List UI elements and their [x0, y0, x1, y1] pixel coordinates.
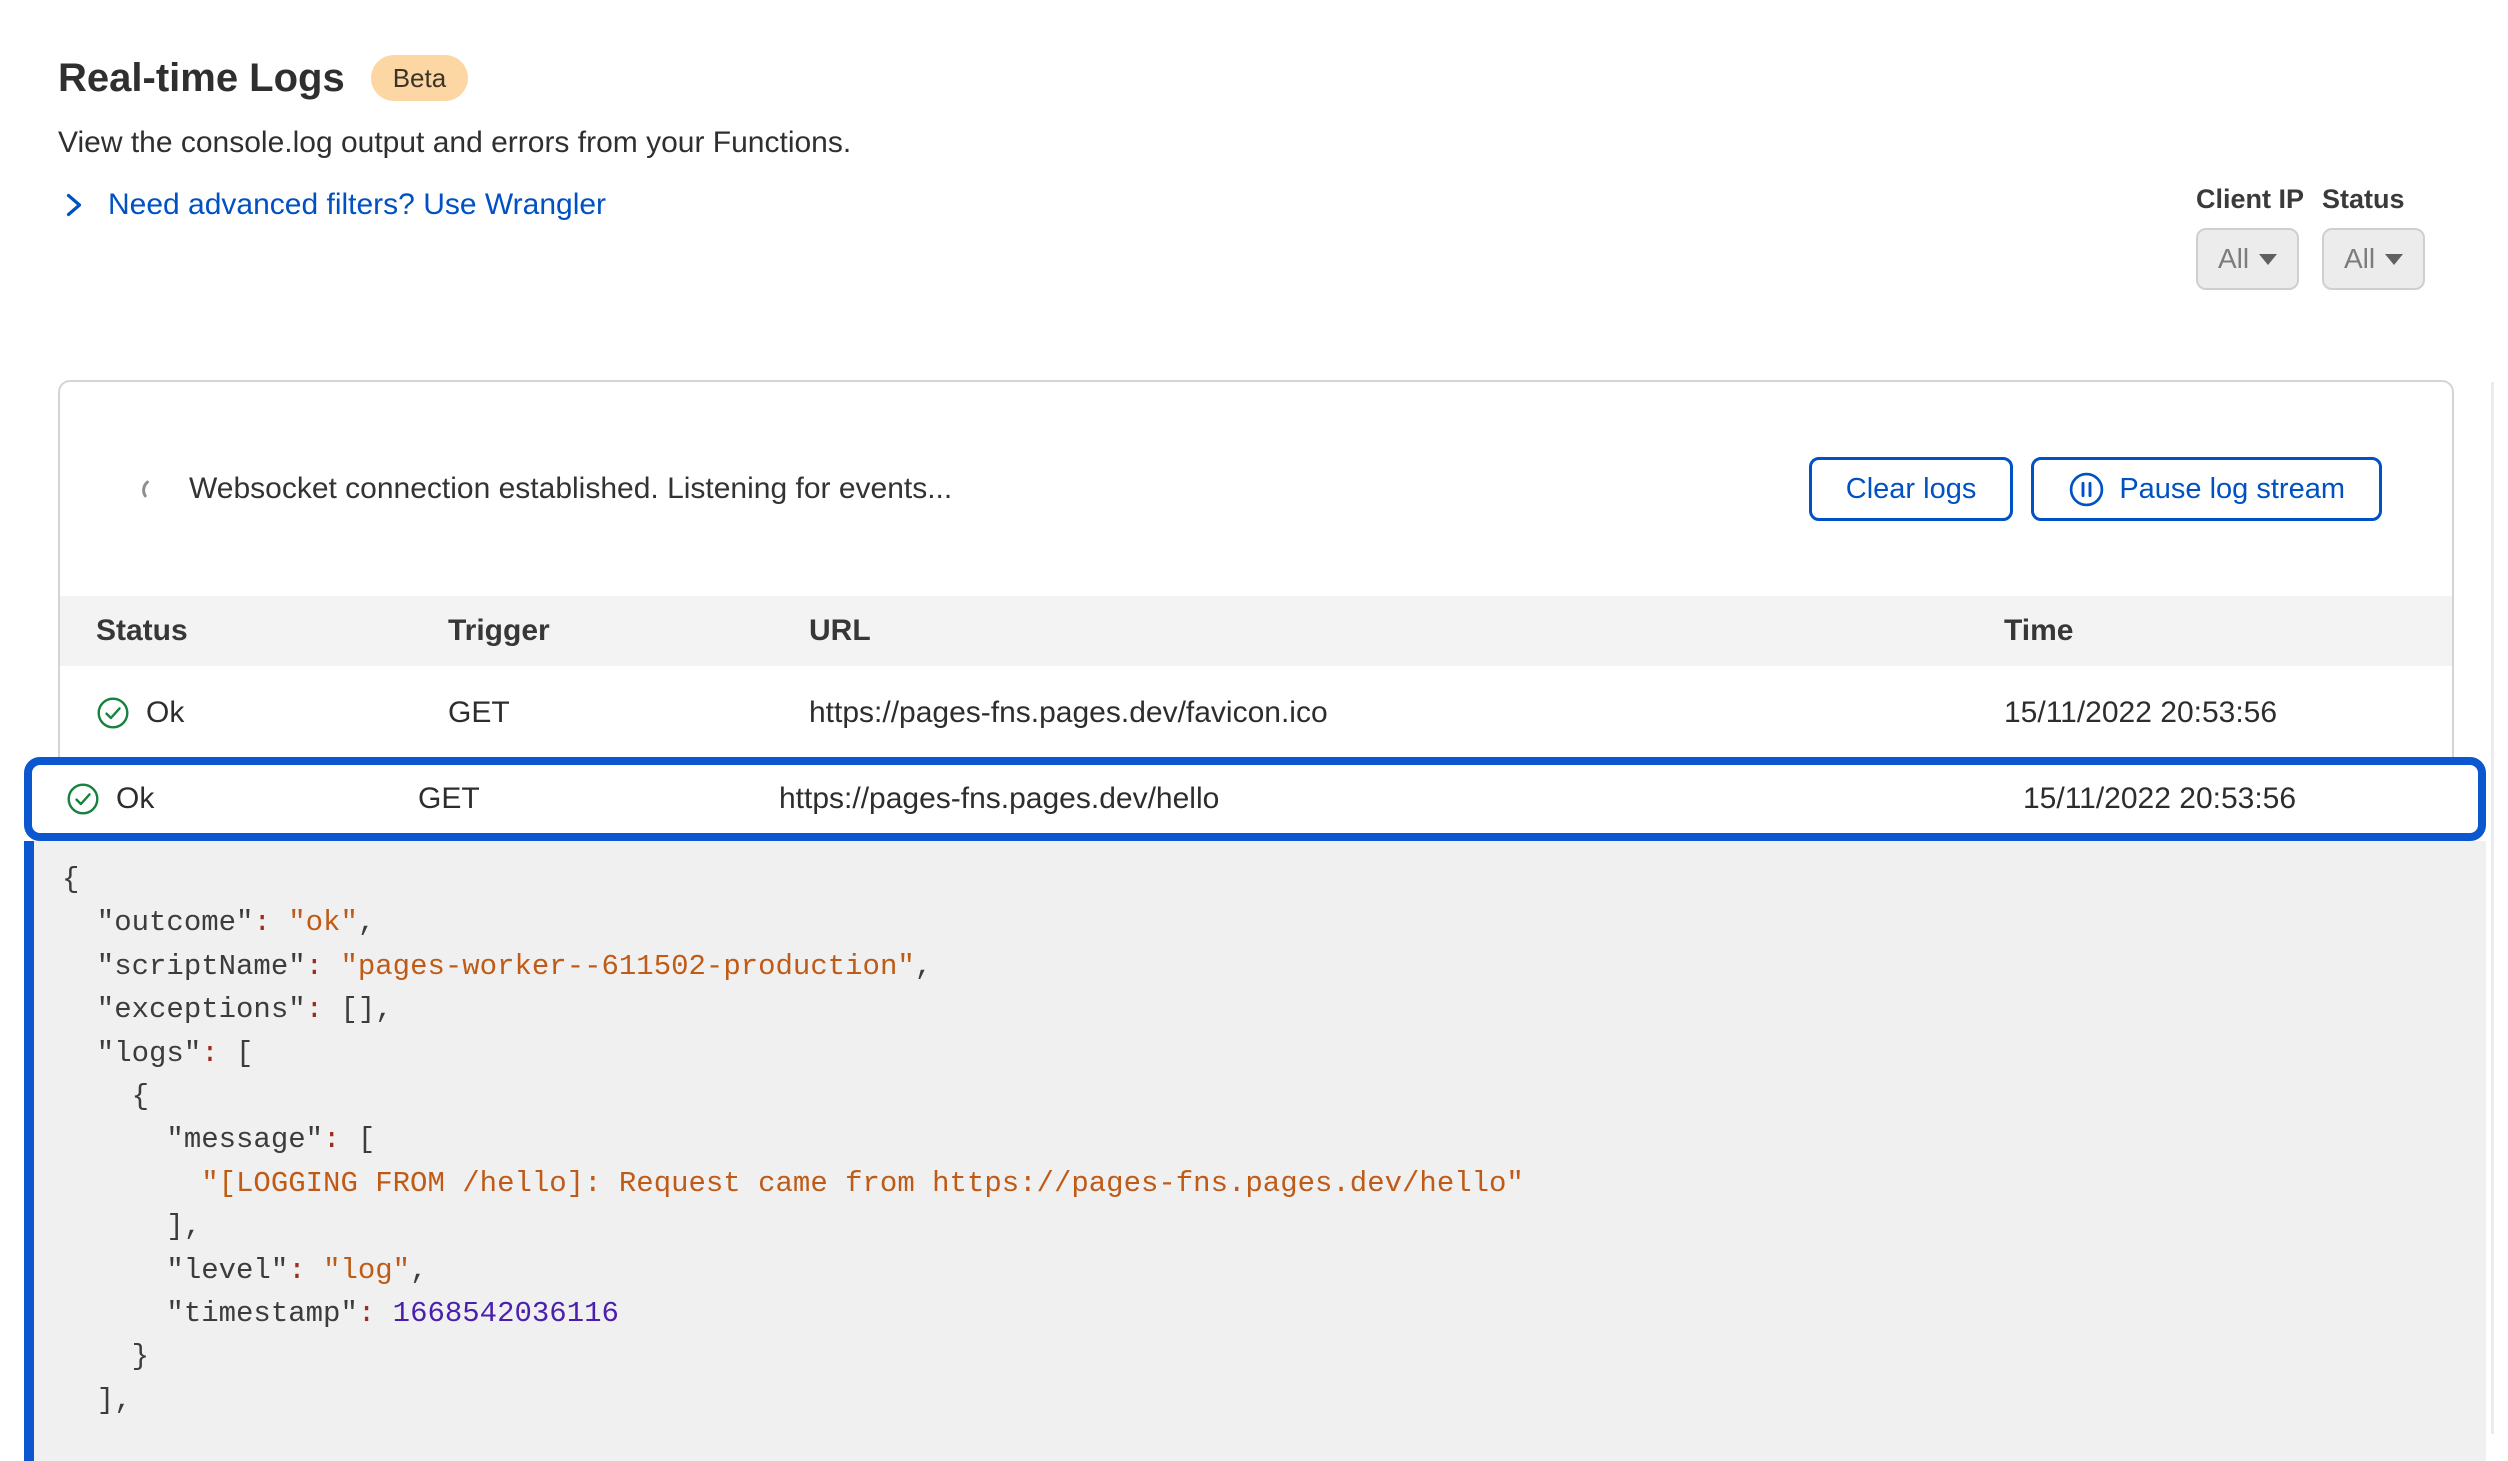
code-line: {	[62, 858, 2486, 901]
page-title: Real-time Logs	[58, 54, 345, 102]
connection-status-message: Websocket connection established. Listen…	[189, 472, 952, 506]
clear-logs-button-label: Clear logs	[1846, 473, 1977, 506]
caret-down-icon	[2385, 254, 2403, 265]
connection-status-row: Websocket connection established. Listen…	[60, 382, 2452, 596]
status-filter-label: Status	[2322, 184, 2425, 215]
code-line: ],	[62, 1205, 2486, 1248]
code-line: {	[62, 1075, 2486, 1118]
chevron-right-icon	[62, 189, 86, 221]
caret-down-icon	[2259, 254, 2277, 265]
code-line: }	[62, 1335, 2486, 1378]
status-filter-dropdown[interactable]: All	[2322, 228, 2425, 290]
code-line: "message": [	[62, 1118, 2486, 1161]
pause-icon	[2068, 471, 2105, 508]
code-line: "[LOGGING FROM /hello]: Request came fro…	[62, 1162, 2486, 1205]
status-cell: Ok	[96, 696, 448, 730]
spinner-icon	[140, 476, 167, 503]
client-ip-filter-value: All	[2218, 243, 2249, 275]
clear-logs-button[interactable]: Clear logs	[1809, 457, 2014, 521]
status-cell: Ok	[66, 782, 418, 816]
check-circle-icon	[66, 782, 100, 816]
code-line: "scriptName": "pages-worker--611502-prod…	[62, 945, 2486, 988]
table-row[interactable]: Ok GET https://pages-fns.pages.dev/favic…	[60, 666, 2452, 760]
column-header-trigger: Trigger	[448, 614, 809, 648]
trigger-cell: GET	[448, 696, 809, 730]
check-circle-icon	[96, 696, 130, 730]
log-detail-json: { "outcome": "ok", "scriptName": "pages-…	[24, 841, 2486, 1461]
log-filters: Client IP All Status All	[2196, 184, 2425, 290]
logs-panel: Websocket connection established. Listen…	[58, 380, 2454, 760]
code-line: "exceptions": [],	[62, 988, 2486, 1031]
log-actions: Clear logs Pause log stream	[1809, 457, 2382, 521]
client-ip-filter-dropdown[interactable]: All	[2196, 228, 2299, 290]
column-header-url: URL	[809, 614, 2004, 648]
advanced-filters-link-label: Need advanced filters? Use Wrangler	[108, 188, 606, 222]
client-ip-filter-label: Client IP	[2196, 184, 2304, 215]
pause-log-stream-button[interactable]: Pause log stream	[2031, 457, 2382, 521]
column-header-time: Time	[2004, 614, 2452, 648]
status-label: Ok	[146, 696, 184, 730]
scrollbar[interactable]	[2491, 382, 2494, 1434]
column-header-status: Status	[96, 614, 448, 648]
url-cell: https://pages-fns.pages.dev/hello	[779, 782, 2023, 816]
status-label: Ok	[116, 782, 154, 816]
client-ip-filter: Client IP All	[2196, 184, 2304, 290]
code-line: "outcome": "ok",	[62, 901, 2486, 944]
advanced-filters-link[interactable]: Need advanced filters? Use Wrangler	[62, 188, 606, 222]
url-cell: https://pages-fns.pages.dev/favicon.ico	[809, 696, 2004, 730]
table-row-selected[interactable]: Ok GET https://pages-fns.pages.dev/hello…	[24, 757, 2486, 841]
code-line: "timestamp": 1668542036116	[62, 1292, 2486, 1335]
pause-log-stream-button-label: Pause log stream	[2119, 473, 2345, 506]
page-subtitle: View the console.log output and errors f…	[58, 126, 851, 160]
time-cell: 15/11/2022 20:53:56	[2023, 782, 2478, 816]
beta-badge: Beta	[371, 55, 469, 101]
status-filter: Status All	[2322, 184, 2425, 290]
code-line: "logs": [	[62, 1032, 2486, 1075]
trigger-cell: GET	[418, 782, 779, 816]
table-header: Status Trigger URL Time	[60, 596, 2452, 666]
time-cell: 15/11/2022 20:53:56	[2004, 696, 2452, 730]
page-header: Real-time Logs Beta	[58, 54, 468, 102]
code-line: ],	[62, 1379, 2486, 1422]
code-line: "level": "log",	[62, 1249, 2486, 1292]
status-filter-value: All	[2344, 243, 2375, 275]
